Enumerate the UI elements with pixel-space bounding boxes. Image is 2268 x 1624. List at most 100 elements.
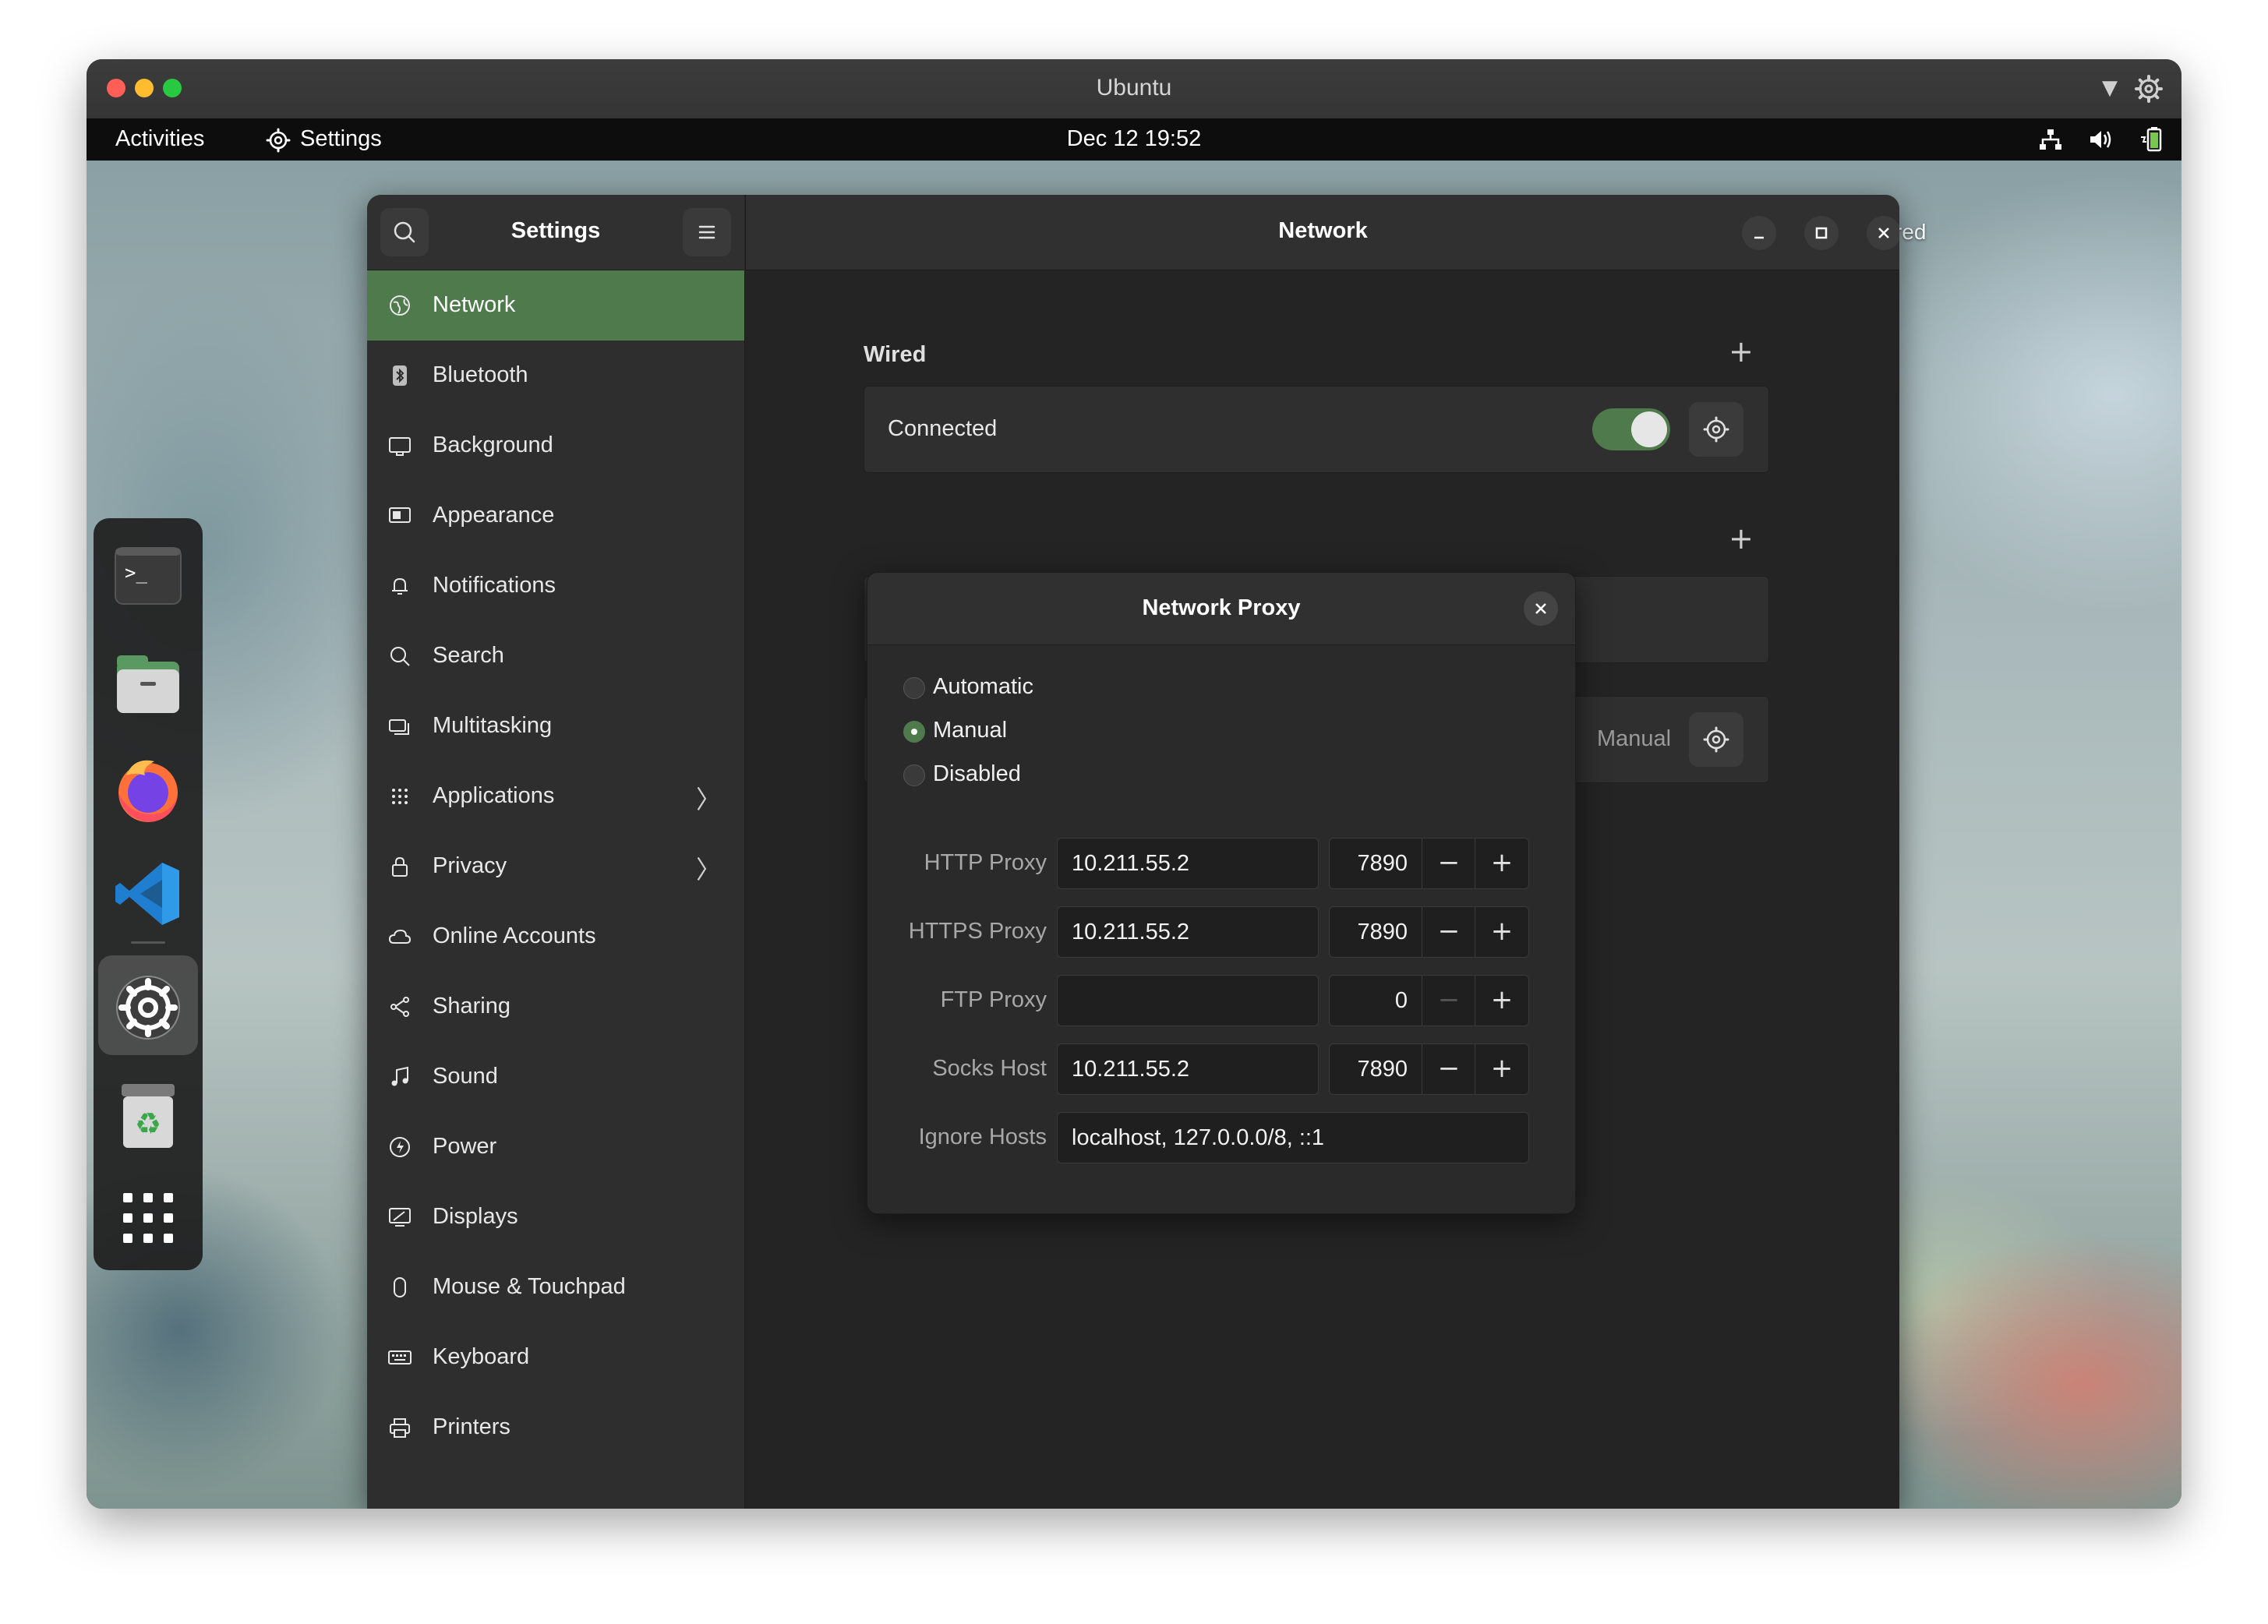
chevron-right-icon: 〉 xyxy=(695,856,721,884)
sidebar-item-applications[interactable]: Applications 〉 xyxy=(367,761,744,831)
wired-network-icon xyxy=(2039,129,2061,150)
sidebar-item-label: Sound xyxy=(433,1064,498,1089)
add-wired-button[interactable]: + xyxy=(1729,334,1754,369)
files-icon[interactable] xyxy=(111,648,185,722)
ignore-hosts-input[interactable]: localhost, 127.0.0.0/8, ::1 xyxy=(1057,1112,1529,1163)
radio-label: Disabled xyxy=(933,761,1021,786)
sidebar-item-displays[interactable]: Displays xyxy=(367,1182,744,1252)
wired-settings-button[interactable] xyxy=(1689,402,1743,457)
sidebar-item-background[interactable]: Background xyxy=(367,411,744,481)
increment-button[interactable]: + xyxy=(1475,838,1528,888)
vm-window: Ubuntu ▼ Activities Settings Dec 12 19:5… xyxy=(87,59,2181,1509)
menu-button[interactable] xyxy=(683,208,731,256)
sidebar-item-appearance[interactable]: Appearance xyxy=(367,481,744,551)
dialog-header: Network Proxy xyxy=(867,573,1575,645)
firefox-icon[interactable] xyxy=(111,752,185,827)
search-icon xyxy=(390,647,410,666)
radio-manual[interactable] xyxy=(903,721,925,743)
sidebar-item-label: Online Accounts xyxy=(433,923,596,948)
port-value[interactable]: 0 xyxy=(1330,988,1408,1014)
sidebar-item-bluetooth[interactable]: Bluetooth xyxy=(367,341,744,411)
increment-button[interactable]: + xyxy=(1475,907,1528,957)
dock: >_ ♻ xyxy=(94,518,203,1270)
ignore-hosts-label: Ignore Hosts xyxy=(918,1124,1047,1149)
socks-host-label: Socks Host xyxy=(932,1056,1047,1081)
maximize-button[interactable] xyxy=(1804,216,1839,250)
trash-icon[interactable]: ♻ xyxy=(111,1078,185,1153)
sidebar-item-power[interactable]: Power xyxy=(367,1112,744,1182)
close-icon xyxy=(1878,228,1889,238)
sidebar-item-label: Search xyxy=(433,643,504,668)
sidebar-item-mouse-touchpad[interactable]: Mouse & Touchpad xyxy=(367,1252,744,1322)
port-value[interactable]: 7890 xyxy=(1330,1057,1408,1082)
sidebar-item-printers[interactable]: Printers xyxy=(367,1393,744,1463)
sidebar-item-label: Background xyxy=(433,432,553,457)
sidebar-item-sound[interactable]: Sound xyxy=(367,1042,744,1112)
increment-button[interactable]: + xyxy=(1475,1044,1528,1094)
background-icon xyxy=(389,437,411,456)
app-grid-icon[interactable] xyxy=(111,1181,185,1255)
sidebar-item-search[interactable]: Search xyxy=(367,621,744,691)
share-icon xyxy=(390,997,409,1017)
system-tray[interactable] xyxy=(2019,126,2166,153)
port-value[interactable]: 7890 xyxy=(1330,851,1408,877)
mouse-icon xyxy=(394,1277,406,1297)
vscode-icon[interactable] xyxy=(111,856,185,931)
gnome-top-bar: Activities Settings Dec 12 19:52 xyxy=(87,118,2181,161)
sidebar-item-sharing[interactable]: Sharing xyxy=(367,972,744,1042)
sidebar-item-multitasking[interactable]: Multitasking xyxy=(367,691,744,761)
decrement-button[interactable]: − xyxy=(1422,907,1475,957)
ftp-proxy-host-input[interactable] xyxy=(1057,975,1319,1026)
socks-host-input[interactable]: 10.211.55.2 xyxy=(1057,1043,1319,1095)
dialog-title: Network Proxy xyxy=(1142,595,1301,620)
http-proxy-port-stepper[interactable]: 7890 − + xyxy=(1329,838,1529,889)
power-icon xyxy=(390,1137,410,1157)
sidebar-item-label: Privacy xyxy=(433,853,507,878)
dialog-close-button[interactable] xyxy=(1524,591,1558,626)
sidebar-item-label: Applications xyxy=(433,783,555,808)
port-value[interactable]: 7890 xyxy=(1330,920,1408,945)
radio-automatic[interactable] xyxy=(903,677,925,699)
dropdown-triangle-icon[interactable]: ▼ xyxy=(2102,76,2118,100)
display-icon xyxy=(389,1208,411,1227)
sidebar-item-keyboard[interactable]: Keyboard xyxy=(367,1322,744,1393)
minimize-icon xyxy=(1754,236,1764,239)
sidebar-header: Settings xyxy=(367,195,744,270)
https-proxy-port-stepper[interactable]: 7890 − + xyxy=(1329,906,1529,958)
socks-port-stepper[interactable]: 7890 − + xyxy=(1329,1043,1529,1095)
increment-button[interactable]: + xyxy=(1475,976,1528,1026)
cloud-icon xyxy=(388,929,412,944)
decrement-button[interactable]: − xyxy=(1422,838,1475,888)
desktop-icon-label[interactable]: red xyxy=(1895,220,1926,245)
hamburger-menu-icon xyxy=(698,225,715,239)
minimize-button[interactable] xyxy=(1742,216,1776,250)
appearance-icon xyxy=(389,507,411,523)
settings-icon[interactable] xyxy=(111,970,185,1045)
maximize-icon xyxy=(1815,227,1828,239)
svg-text:♻: ♻ xyxy=(135,1107,161,1141)
svg-text:>_: >_ xyxy=(125,562,147,584)
proxy-mode-value: Manual xyxy=(1597,726,1672,751)
volume-icon xyxy=(2090,131,2111,149)
sidebar-item-online-accounts[interactable]: Online Accounts xyxy=(367,902,744,972)
wired-toggle[interactable] xyxy=(1592,408,1670,450)
decrement-button[interactable]: − xyxy=(1422,1044,1475,1094)
radio-disabled[interactable] xyxy=(903,764,925,786)
sidebar-item-privacy[interactable]: Privacy 〉 xyxy=(367,831,744,902)
sidebar-item-notifications[interactable]: Notifications xyxy=(367,551,744,621)
ftp-proxy-port-stepper[interactable]: 0 − + xyxy=(1329,975,1529,1026)
clock[interactable]: Dec 12 19:52 xyxy=(87,126,2181,152)
http-proxy-host-input[interactable]: 10.211.55.2 xyxy=(1057,838,1319,889)
gear-icon[interactable] xyxy=(2133,73,2164,104)
dock-separator xyxy=(131,941,165,944)
http-proxy-label: HTTP Proxy xyxy=(924,850,1047,875)
terminal-icon[interactable]: >_ xyxy=(111,538,185,613)
sidebar-item-label: Mouse & Touchpad xyxy=(433,1274,626,1299)
sidebar-item-network[interactable]: Network xyxy=(367,270,744,341)
close-button[interactable] xyxy=(1867,216,1899,250)
add-vpn-button[interactable]: + xyxy=(1729,521,1754,556)
sidebar-item-label: Printers xyxy=(433,1414,510,1439)
https-proxy-host-input[interactable]: 10.211.55.2 xyxy=(1057,906,1319,958)
gear-icon xyxy=(1703,726,1729,753)
proxy-settings-button[interactable] xyxy=(1689,712,1743,767)
